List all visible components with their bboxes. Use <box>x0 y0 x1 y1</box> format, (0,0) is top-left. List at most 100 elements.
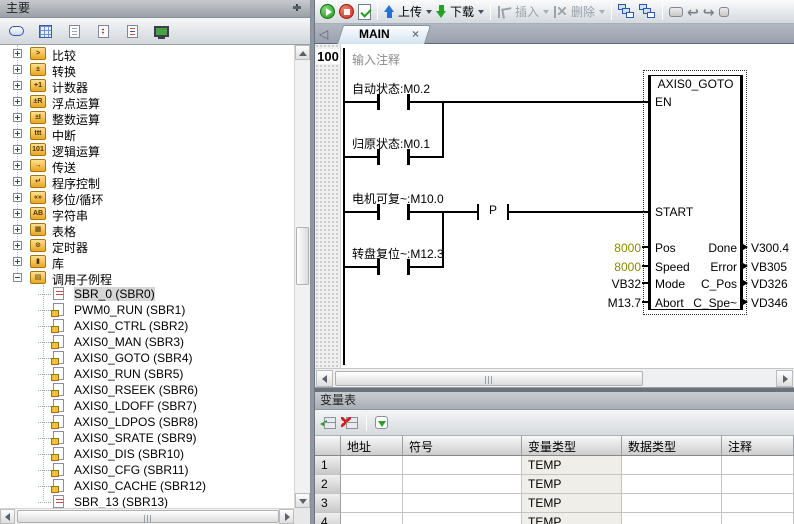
tree-item-timer[interactable]: ⊙定时器 <box>0 238 294 254</box>
cell-var-type[interactable]: TEMP <box>522 475 622 494</box>
download-button[interactable]: 下载 <box>450 3 474 20</box>
tree-item-program-control[interactable]: ↵程序控制 <box>0 174 294 190</box>
cell-address[interactable] <box>341 513 403 524</box>
box-tool-icon[interactable] <box>669 7 683 17</box>
contact-bar[interactable] <box>377 94 380 110</box>
upload-icon[interactable] <box>384 5 394 18</box>
cell-comment[interactable] <box>722 513 794 524</box>
scrollbar-thumb[interactable] <box>17 510 279 523</box>
contact-bar[interactable] <box>377 259 380 275</box>
tree-item-interrupt[interactable]: ttt中断 <box>0 126 294 142</box>
header-var-type[interactable]: 变量类型 <box>522 436 622 456</box>
contact-label-4[interactable]: 转盘复位~:M12.3 <box>352 245 444 262</box>
tree-item-integer-math[interactable]: ±I整数运算 <box>0 110 294 126</box>
expand-icon[interactable] <box>13 209 22 218</box>
expand-icon[interactable] <box>13 225 22 234</box>
tree-item-call-subroutine[interactable]: ▤调用子例程 <box>0 270 294 286</box>
contact-bar[interactable] <box>377 149 380 165</box>
tree-item-library[interactable]: ▮库 <box>0 254 294 270</box>
upload-dropdown-icon[interactable] <box>426 10 432 14</box>
tree-subroutine-axis0-ctrl[interactable]: AXIS0_CTRL (SBR2) <box>0 318 294 334</box>
tree-item-counter[interactable]: +1计数器 <box>0 78 294 94</box>
download-icon[interactable] <box>436 5 446 18</box>
tree-item-move[interactable]: →传送 <box>0 158 294 174</box>
cell-address[interactable] <box>341 494 403 513</box>
tree-subroutine-axis0-run[interactable]: AXIS0_RUN (SBR5) <box>0 366 294 382</box>
tree-item-compare[interactable]: >比较 <box>0 46 294 62</box>
scroll-left-button[interactable] <box>316 370 333 387</box>
tree-item-float-math[interactable]: ±R浮点运算 <box>0 94 294 110</box>
cell-data-type[interactable] <box>622 513 722 524</box>
grid-view-icon[interactable] <box>34 21 56 41</box>
network-comment[interactable]: 输入注释 <box>352 51 400 68</box>
expand-icon[interactable] <box>13 97 22 106</box>
tree-item-logic[interactable]: 101逻辑运算 <box>0 142 294 158</box>
expand-icon[interactable] <box>13 81 22 90</box>
header-address[interactable]: 地址 <box>341 436 403 456</box>
header-data-type[interactable]: 数据类型 <box>622 436 722 456</box>
expand-icon[interactable] <box>13 161 22 170</box>
tree-subroutine-axis0-srate[interactable]: AXIS0_SRATE (SBR9) <box>0 430 294 446</box>
expand-icon[interactable] <box>13 65 22 74</box>
download-dropdown-icon[interactable] <box>478 10 484 14</box>
tree-subroutine-pwm0-run[interactable]: PWM0_RUN (SBR1) <box>0 302 294 318</box>
undo-icon[interactable]: ↩ <box>687 5 699 19</box>
scroll-left-button[interactable] <box>0 509 15 524</box>
block-input-value-pos[interactable]: 8000 <box>567 241 641 255</box>
tree-subroutine-axis0-man[interactable]: AXIS0_MAN (SBR3) <box>0 334 294 350</box>
tree-subroutine-sbr0[interactable]: SBR_0 (SBR0) <box>0 286 294 302</box>
document-view-icon[interactable] <box>63 21 85 41</box>
expand-icon[interactable] <box>13 145 22 154</box>
block-output-value-cspe[interactable]: VD346 <box>751 296 788 310</box>
expand-icon[interactable] <box>13 177 22 186</box>
tree-item-table[interactable]: ▦表格 <box>0 222 294 238</box>
cell-symbol[interactable] <box>403 456 522 475</box>
cell-comment[interactable] <box>722 494 794 513</box>
expand-icon[interactable] <box>13 129 22 138</box>
pou-blocks-alt-icon[interactable] <box>639 4 656 19</box>
expand-icon[interactable] <box>13 49 22 58</box>
compile-icon[interactable] <box>358 4 371 20</box>
block-input-value-mode[interactable]: VB32 <box>567 277 641 291</box>
header-symbol[interactable]: 符号 <box>403 436 522 456</box>
tab-nav-left-icon[interactable]: ◁ <box>319 27 328 41</box>
cell-address[interactable] <box>341 456 403 475</box>
cell-comment[interactable] <box>722 475 794 494</box>
tab-main[interactable]: MAIN × <box>337 25 425 44</box>
tree-item-convert[interactable]: ±转换 <box>0 62 294 78</box>
contact-bar[interactable] <box>377 204 380 220</box>
cell-data-type[interactable] <box>622 494 722 513</box>
document-mixed-view-icon[interactable] <box>121 21 143 41</box>
run-button[interactable] <box>320 4 335 19</box>
cell-symbol[interactable] <box>403 475 522 494</box>
scroll-up-button[interactable] <box>295 45 310 60</box>
network-number[interactable]: 100 <box>316 49 340 64</box>
block-input-value-abort[interactable]: M13.7 <box>567 296 641 310</box>
expand-icon[interactable] <box>13 241 22 250</box>
tree-subroutine-axis0-goto[interactable]: AXIS0_GOTO (SBR4) <box>0 350 294 366</box>
cell-symbol[interactable] <box>403 494 522 513</box>
scrollbar-thumb[interactable] <box>296 227 309 285</box>
scroll-right-button[interactable] <box>279 509 294 524</box>
header-comment[interactable]: 注释 <box>722 436 794 456</box>
redo-icon[interactable]: ↪ <box>703 5 715 19</box>
block-output-value-error[interactable]: VB305 <box>751 260 787 274</box>
expand-icon[interactable] <box>13 257 22 266</box>
cell-var-type[interactable]: TEMP <box>522 513 622 524</box>
cell-symbol[interactable] <box>403 513 522 524</box>
expand-icon[interactable] <box>13 113 22 122</box>
ellipse-view-icon[interactable] <box>5 21 27 41</box>
scroll-down-button[interactable] <box>295 493 310 508</box>
tree-vertical-scrollbar[interactable] <box>294 45 310 508</box>
cell-var-type[interactable]: TEMP <box>522 494 622 513</box>
cell-data-type[interactable] <box>622 456 722 475</box>
cell-data-type[interactable] <box>622 475 722 494</box>
edge-contact[interactable]: P <box>479 203 507 217</box>
insert-row-icon[interactable] <box>320 416 336 430</box>
scroll-right-button[interactable] <box>776 370 793 387</box>
pou-blocks-icon[interactable] <box>618 4 635 19</box>
tree-subroutine-axis0-cfg[interactable]: AXIS0_CFG (SBR11) <box>0 462 294 478</box>
ladder-horizontal-scrollbar[interactable] <box>315 368 794 388</box>
tree-subroutine-axis0-rseek[interactable]: AXIS0_RSEEK (SBR6) <box>0 382 294 398</box>
tab-close-icon[interactable]: × <box>412 27 419 41</box>
